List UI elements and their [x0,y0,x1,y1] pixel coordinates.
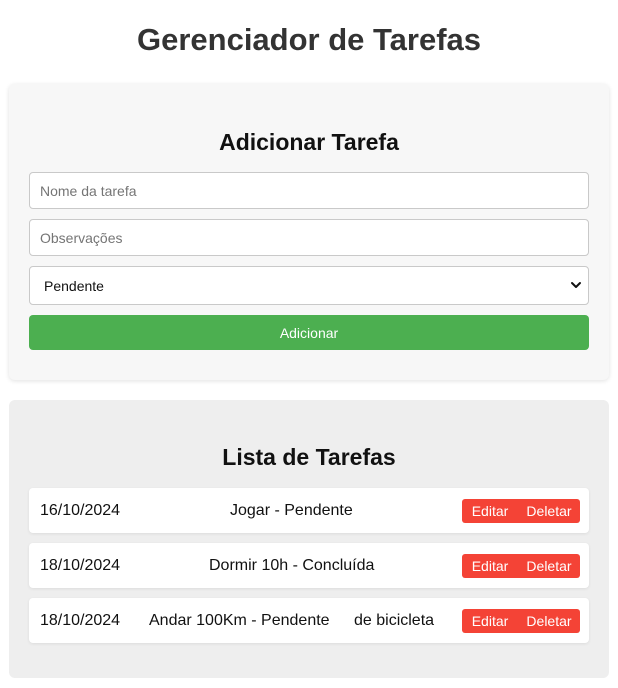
task-text: Andar 100Km - Pendente [149,612,330,629]
add-task-button[interactable]: Adicionar [29,315,589,350]
page-title: Gerenciador de Tarefas [136,22,481,57]
status-select[interactable]: Pendente [29,266,589,305]
add-task-card: Adicionar Tarefa Pendente Adicionar [9,84,609,380]
edit-button[interactable]: Editar [462,499,518,523]
edit-button[interactable]: Editar [462,554,518,578]
task-row: 18/10/2024 Dormir 10h - Concluída Editar… [29,543,589,588]
delete-button[interactable]: Deletar [518,554,580,578]
task-name-input[interactable] [29,172,589,209]
task-date: 16/10/2024 [40,502,121,519]
task-list-card: Lista de Tarefas 16/10/2024 Jogar - Pend… [9,400,609,678]
delete-button[interactable]: Deletar [518,609,580,633]
task-row: 18/10/2024 Andar 100Km - Pendente de bic… [29,598,589,643]
task-text: Jogar - Pendente [230,502,353,519]
task-notes: de bicicleta [354,612,435,629]
task-date: 18/10/2024 [40,612,121,629]
edit-button[interactable]: Editar [462,609,518,633]
task-text: Dormir 10h - Concluída [209,557,375,574]
task-notes-input[interactable] [29,219,589,256]
task-row: 16/10/2024 Jogar - Pendente Editar Delet… [29,488,589,533]
status-selected-value: Pendente [44,278,104,294]
delete-button[interactable]: Deletar [518,499,580,523]
add-task-title: Adicionar Tarefa [219,129,399,155]
task-list-title: Lista de Tarefas [222,444,396,470]
chevron-down-icon [571,282,581,288]
task-date: 18/10/2024 [40,557,121,574]
